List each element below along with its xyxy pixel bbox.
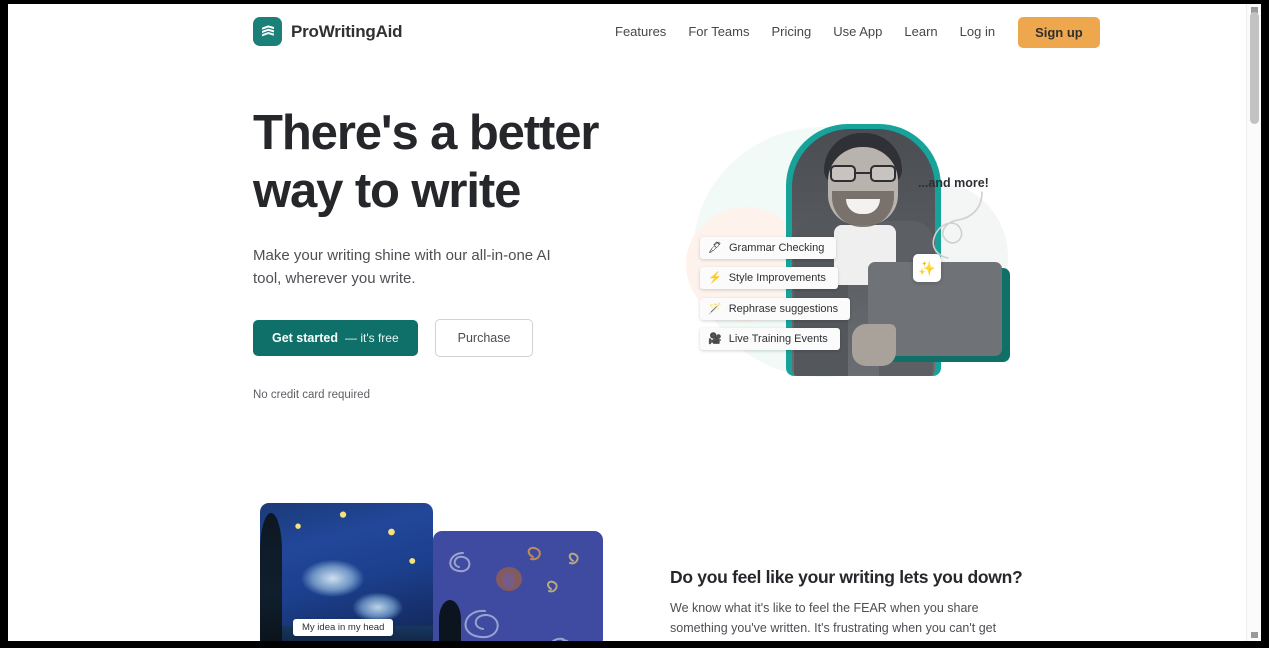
main-navigation: Features For Teams Pricing Use App Learn… bbox=[604, 4, 1100, 60]
nav-item-learn[interactable]: Learn bbox=[893, 4, 948, 60]
hero-illustration: 🖋 Grammar Checking ⚡ Style Improvements … bbox=[668, 112, 1028, 402]
glasses-lens-right bbox=[870, 165, 896, 182]
nav-item-for-teams[interactable]: For Teams bbox=[677, 4, 760, 60]
feature-card-label: Live Training Events bbox=[728, 333, 828, 345]
scrollbar-thumb[interactable] bbox=[1250, 12, 1259, 124]
doodle-cypress bbox=[439, 600, 461, 641]
lower-section-body: We know what it's like to feel the FEAR … bbox=[670, 601, 997, 641]
hero-subtitle: Make your writing shine with our all-in-… bbox=[253, 247, 551, 287]
lower-section-title: Do you feel like your writing lets you d… bbox=[670, 567, 1023, 587]
nav-item-pricing[interactable]: Pricing bbox=[760, 4, 822, 60]
feature-card-grammar-checking[interactable]: 🖋 Grammar Checking bbox=[700, 237, 837, 259]
sparkle-badge[interactable]: ✨ bbox=[913, 254, 941, 282]
webpage-content: ProWritingAid Features For Teams Pricing… bbox=[8, 4, 1246, 641]
feature-card-label: Grammar Checking bbox=[728, 242, 825, 254]
idea-comparison-illustration: My idea in my head bbox=[253, 503, 603, 641]
lightning-bolt-icon: ⚡ bbox=[708, 271, 722, 284]
page-title: There's a better way to write bbox=[253, 104, 633, 220]
brand-name: ProWritingAid bbox=[291, 21, 403, 41]
sparkle-icon: ✨ bbox=[918, 259, 936, 276]
site-header: ProWritingAid Features For Teams Pricing… bbox=[8, 4, 1246, 60]
starry-night-cypress bbox=[260, 513, 282, 641]
no-credit-card-note: No credit card required bbox=[253, 389, 370, 401]
hero-cta-row: Get started — it's free Purchase bbox=[253, 319, 633, 357]
feature-card-style-improvements[interactable]: ⚡ Style Improvements bbox=[700, 267, 838, 289]
doodle-panel-image bbox=[433, 531, 603, 641]
and-more-callout: ...and more! bbox=[918, 176, 989, 190]
browser-window: ProWritingAid Features For Teams Pricing… bbox=[0, 0, 1269, 648]
get-started-label: Get started bbox=[272, 331, 338, 345]
prowritingaid-logo-icon bbox=[253, 17, 282, 46]
nav-item-use-app[interactable]: Use App bbox=[822, 4, 893, 60]
hero-text-column: There's a better way to write Make your … bbox=[253, 104, 633, 401]
feather-pen-icon: 🖋 bbox=[708, 241, 722, 254]
hero-title-line-2: way to write bbox=[253, 164, 521, 218]
nav-item-features[interactable]: Features bbox=[604, 4, 677, 60]
idea-caption-chip: My idea in my head bbox=[293, 619, 394, 636]
hand bbox=[852, 324, 896, 366]
nav-item-log-in[interactable]: Log in bbox=[949, 4, 1006, 60]
squiggle-connector-icon bbox=[932, 191, 983, 259]
glasses-lens-left bbox=[830, 165, 856, 182]
feature-card-live-training-events[interactable]: 🎥 Live Training Events bbox=[700, 328, 840, 350]
scroll-down-arrow[interactable] bbox=[1251, 632, 1258, 638]
purchase-button[interactable]: Purchase bbox=[434, 319, 534, 357]
glasses-icon bbox=[830, 165, 896, 182]
get-started-button[interactable]: Get started — it's free bbox=[253, 320, 418, 356]
feature-card-label: Rephrase suggestions bbox=[728, 303, 839, 315]
page-viewport: ProWritingAid Features For Teams Pricing… bbox=[8, 4, 1261, 641]
get-started-sublabel: — it's free bbox=[345, 331, 399, 345]
vertical-scrollbar[interactable] bbox=[1246, 4, 1261, 641]
magic-wand-icon: 🪄 bbox=[708, 302, 722, 315]
video-camera-icon: 🎥 bbox=[708, 332, 722, 345]
sign-up-button[interactable]: Sign up bbox=[1018, 16, 1100, 48]
feature-card-rephrase-suggestions[interactable]: 🪄 Rephrase suggestions bbox=[700, 298, 851, 320]
feature-card-label: Style Improvements bbox=[728, 272, 826, 284]
lower-text-column: Do you feel like your writing lets you d… bbox=[670, 567, 1023, 641]
brand-logo[interactable]: ProWritingAid bbox=[253, 17, 403, 46]
glasses-bridge bbox=[856, 172, 870, 175]
hero-title-line-1: There's a better bbox=[253, 106, 599, 160]
